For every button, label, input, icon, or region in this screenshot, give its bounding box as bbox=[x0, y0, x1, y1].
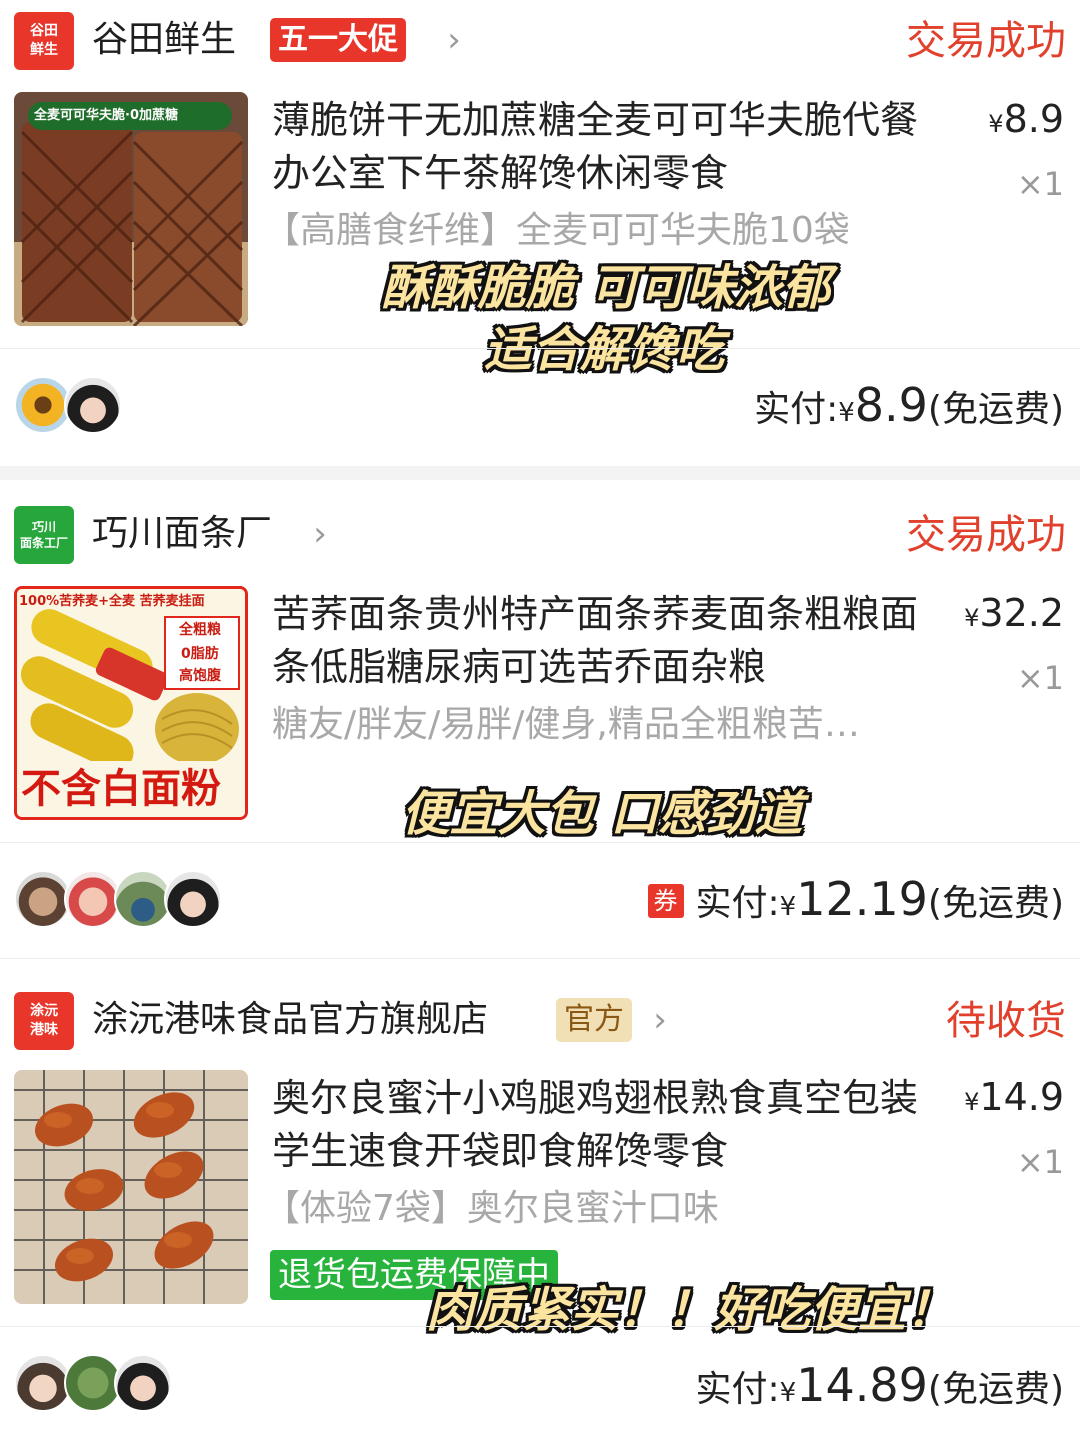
shop-logo: 巧川 面条工厂 bbox=[14, 506, 74, 564]
avatar bbox=[64, 376, 122, 434]
order-separator bbox=[0, 466, 1080, 480]
divider bbox=[0, 958, 1080, 959]
overlay-caption: 肉质紧实！！好吃便宜！ bbox=[425, 1282, 954, 1338]
order-status: 交易成功 bbox=[906, 18, 1066, 64]
overlay-caption: 酥酥脆脆 可可味浓郁 bbox=[381, 260, 831, 316]
shop-header[interactable]: 谷田 鲜生 谷田鲜生 五一大促 › 交易成功 bbox=[0, 0, 1080, 80]
avatar bbox=[164, 870, 222, 928]
divider bbox=[0, 348, 1080, 349]
product-spec: 【高膳食纤维】全麦可可华夫脆10袋 bbox=[264, 210, 850, 251]
paid-total: 实付:¥14.89(免运费) bbox=[695, 1358, 1064, 1412]
product-price: ¥32.2 bbox=[964, 591, 1064, 635]
product-spec: 糖友/胖友/易胖/健身,精品全粗粮苦… bbox=[272, 704, 860, 745]
overlay-caption-2: 适合解馋吃 bbox=[483, 322, 724, 378]
image-label: 100%苦荞麦+全麦 苦荞麦挂面 bbox=[19, 594, 205, 609]
product-spec: 【体验7袋】奥尔良蜜汁口味 bbox=[264, 1188, 719, 1229]
order-card-1: 谷田 鲜生 谷田鲜生 五一大促 › 交易成功 全麦可可华夫脆·0加蔗糖 薄脆饼干… bbox=[0, 0, 1080, 466]
image-tag: 0脂肪 bbox=[181, 646, 219, 662]
chevron-right-icon[interactable]: › bbox=[302, 516, 338, 552]
product-price: ¥8.9 bbox=[988, 97, 1064, 141]
order-separator bbox=[0, 956, 1080, 980]
coupon-icon: 券 bbox=[647, 884, 684, 918]
order-card-3: 涂沅 港味 涂沅港味食品官方旗舰店 官方 › 待收货 奥尔良蜜汁小鸡腿鸡翅根熟食… bbox=[0, 980, 1080, 1440]
order-status: 待收货 bbox=[946, 998, 1066, 1044]
product-title[interactable]: 薄脆饼干无加蔗糖全麦可可华夫脆代餐办公室下午茶解馋休闲零食 bbox=[272, 94, 932, 200]
image-tag: 全粗粮 bbox=[179, 622, 221, 638]
paid-total: 实付:¥8.9(免运费) bbox=[754, 378, 1064, 432]
divider bbox=[0, 842, 1080, 843]
shop-header[interactable]: 巧川 面条工厂 巧川面条厂 › 交易成功 bbox=[0, 494, 1080, 574]
friends-avatars[interactable] bbox=[14, 870, 222, 928]
product-title[interactable]: 苦荞面条贵州特产面条荞麦面条粗粮面条低脂糖尿病可选苦乔面杂粮 bbox=[272, 588, 932, 694]
chevron-right-icon[interactable]: › bbox=[436, 22, 472, 58]
shop-logo: 涂沅 港味 bbox=[14, 992, 74, 1050]
image-label: 全麦可可华夫脆·0加蔗糖 bbox=[34, 108, 178, 123]
chevron-right-icon[interactable]: › bbox=[642, 1002, 678, 1038]
shop-name[interactable]: 巧川面条厂 bbox=[92, 508, 272, 560]
official-badge: 官方 bbox=[556, 998, 632, 1042]
promo-badge: 五一大促 bbox=[270, 18, 406, 62]
avatar bbox=[114, 1354, 172, 1412]
chicken-image bbox=[14, 1070, 248, 1304]
product-title[interactable]: 奥尔良蜜汁小鸡腿鸡翅根熟食真空包装学生速食开袋即食解馋零食 bbox=[272, 1072, 932, 1178]
friends-avatars[interactable] bbox=[14, 376, 124, 434]
shop-name[interactable]: 涂沅港味食品官方旗舰店 bbox=[92, 994, 488, 1046]
product-quantity: ×1 bbox=[1016, 659, 1064, 697]
divider bbox=[0, 1326, 1080, 1327]
shop-name[interactable]: 谷田鲜生 bbox=[92, 14, 236, 66]
overlay-caption: 便宜大包 口感劲道 bbox=[401, 786, 803, 842]
order-card-2: 巧川 面条工厂 巧川面条厂 › 交易成功 100%苦荞麦+全麦 苦荞麦挂面 全粗… bbox=[0, 494, 1080, 956]
shop-header[interactable]: 涂沅 港味 涂沅港味食品官方旗舰店 官方 › 待收货 bbox=[0, 980, 1080, 1060]
shop-logo: 谷田 鲜生 bbox=[14, 12, 74, 70]
product-quantity: ×1 bbox=[1016, 165, 1064, 203]
friends-avatars[interactable] bbox=[14, 1354, 172, 1412]
product-quantity: ×1 bbox=[1016, 1143, 1064, 1181]
product-image[interactable] bbox=[14, 1070, 248, 1304]
image-tag: 高饱腹 bbox=[179, 668, 221, 684]
order-status: 交易成功 bbox=[906, 512, 1066, 558]
paid-total: 券实付:¥12.19(免运费) bbox=[647, 874, 1064, 932]
product-price: ¥14.9 bbox=[964, 1075, 1064, 1119]
